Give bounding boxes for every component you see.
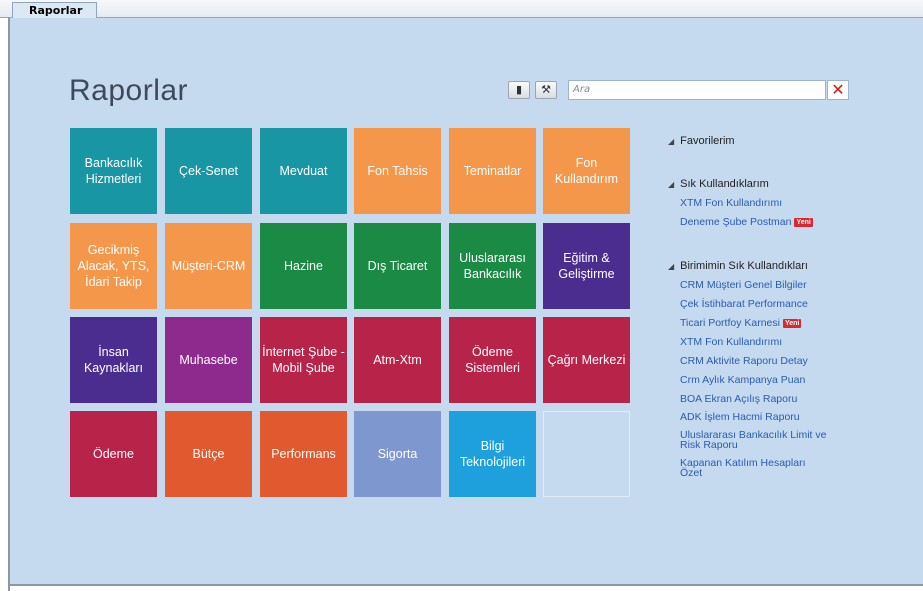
link-item[interactable]: XTM Fon Kullandırımı [680,337,830,348]
link-item[interactable]: Kapanan Katılım Hesapları Özet [680,458,820,479]
unit-frequent-header[interactable]: ◢ Birimimin Sık Kullandıkları [668,260,808,272]
tile-atm-xtm[interactable]: Atm-Xtm [354,317,441,403]
tile-teminatlar[interactable]: Teminatlar [449,128,536,214]
collapse-triangle-icon: ◢ [668,137,675,146]
tile-internet-sube[interactable]: İnternet Şube - Mobil Şube [260,317,347,403]
tab-raporlar[interactable]: Raporlar [12,2,98,19]
link-item[interactable]: Deneme Şube Postman Yeni [680,217,830,228]
page-title: Raporlar [69,74,189,107]
tile-empty [543,411,630,497]
collapse-triangle-icon: ◢ [668,262,675,271]
new-badge: Yeni [794,218,813,227]
link-item[interactable]: Ticari Portfoy Karnesi Yeni [680,318,830,329]
link-item[interactable]: Crm Aylık Kampanya Puan [680,375,830,386]
tile-egitim-gelistirme[interactable]: Eğitim & Geliştirme [543,223,630,309]
link-item[interactable]: Çek İstihbarat Performance [680,299,830,310]
tile-fon-tahsis[interactable]: Fon Tahsis [354,128,441,214]
tile-sigorta[interactable]: Sigorta [354,411,441,497]
tile-mevduat[interactable]: Mevduat [260,128,347,214]
tile-bankacilik-hizmetleri[interactable]: Bankacılık Hizmetleri [70,128,157,214]
new-badge: Yeni [782,319,802,328]
tile-muhasebe[interactable]: Muhasebe [165,317,252,403]
tile-cagri-merkezi[interactable]: Çağrı Merkezi [543,317,630,403]
tools-button[interactable]: ⚒ [535,81,557,99]
favorites-header[interactable]: ◢ Favorilerim [668,135,735,147]
bookmark-icon: ▮ [515,83,523,96]
frequent-header[interactable]: ◢ Sık Kullandıklarım [668,178,769,190]
favorite-button[interactable]: ▮ [508,81,530,99]
link-item[interactable]: Uluslararası Bankacılık Limit ve Risk Ra… [680,430,830,451]
reports-panel: Raporlar ▮ ⚒ Ara ✕ Bankacılık Hizmetleri… [10,18,923,584]
search-input[interactable]: Ara [568,80,826,100]
collapse-triangle-icon: ◢ [668,180,675,189]
link-item[interactable]: XTM Fon Kullandırımı [680,198,830,209]
tile-dis-ticaret[interactable]: Dış Ticaret [354,223,441,309]
tile-insan-kaynaklari[interactable]: İnsan Kaynakları [70,317,157,403]
link-item[interactable]: CRM Aktivite Raporu Detay [680,356,830,367]
tile-odeme-sistemleri[interactable]: Ödeme Sistemleri [449,317,536,403]
link-item[interactable]: ADK İşlem Hacmi Raporu [680,412,830,423]
tab-bar: Raporlar [0,0,923,19]
tile-hazine[interactable]: Hazine [260,223,347,309]
tile-uluslararasi-bankacilik[interactable]: Uluslararası Bankacılık [449,223,536,309]
close-icon: ✕ [831,80,845,99]
tools-icon: ⚒ [541,83,551,96]
tile-performans[interactable]: Performans [260,411,347,497]
tile-fon-kullandirim[interactable]: Fon Kullandırım [543,128,630,214]
link-item[interactable]: CRM Müşteri Genel Bilgiler [680,280,830,291]
tile-cek-senet[interactable]: Çek-Senet [165,128,252,214]
clear-search-button[interactable]: ✕ [827,80,849,100]
tile-butce[interactable]: Bütçe [165,411,252,497]
tile-odeme[interactable]: Ödeme [70,411,157,497]
bottom-border [8,584,923,586]
tile-gecikmis-alacak[interactable]: Gecikmiş Alacak, YTS, İdari Takip [70,223,157,309]
link-item[interactable]: BOA Ekran Açılış Raporu [680,394,830,405]
tile-musteri-crm[interactable]: Müşteri-CRM [165,223,252,309]
tile-bilgi-teknolojileri[interactable]: Bilgi Teknolojileri [449,411,536,497]
